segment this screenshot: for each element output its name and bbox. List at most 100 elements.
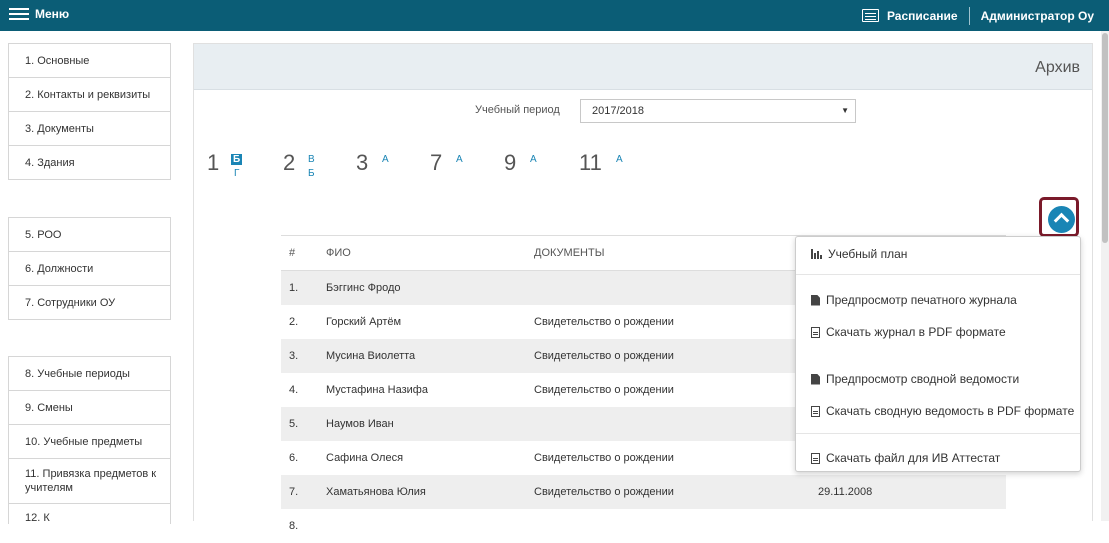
row-number: 7. [281, 475, 326, 509]
row-number: 1. [281, 270, 326, 305]
sidebar-item-shifts[interactable]: 9. Смены [9, 391, 170, 425]
row-fio: Бэггинс Фродо [326, 270, 534, 305]
actions-dropdown: Учебный план Предпросмотр печатного журн… [795, 236, 1081, 472]
row-fio: Хаматьянова Юлия [326, 475, 534, 509]
menu-item-label: Предпросмотр сводной ведомости [826, 372, 1020, 386]
sidebar-group-2: 5. РОО 6. Должности 7. Сотрудники ОУ [8, 217, 171, 320]
sidebar-item-roo[interactable]: 5. РОО [9, 218, 170, 252]
page-title: Архив [1035, 59, 1080, 76]
dropdown-arrow-icon: ▼ [841, 106, 849, 115]
study-period-value: 2017/2018 [592, 105, 644, 117]
class-2-letter-b[interactable]: Б [308, 168, 315, 179]
row-number: 8. [289, 520, 299, 532]
table-row[interactable]: 7. Хаматьянова Юлия Свидетельство о рожд… [281, 475, 1006, 509]
sidebar-item-basics[interactable]: 1. Основные [9, 44, 170, 78]
row-fio [326, 509, 534, 543]
class-1[interactable]: 1 [207, 150, 219, 176]
row-document: Свидетельство о рождении [534, 384, 674, 396]
row-document: Свидетельство о рождении [534, 452, 674, 464]
col-number: # [281, 235, 326, 271]
class-3[interactable]: 3 [356, 150, 368, 176]
row-fio: Сафина Олеся [326, 452, 404, 464]
class-9[interactable]: 9 [504, 150, 516, 176]
sidebar-group-3: 8. Учебные периоды 9. Смены 10. Учебные … [8, 356, 171, 524]
row-document: Свидетельство о рождении [534, 339, 818, 373]
divider [968, 6, 970, 25]
menu-item-download-journal-pdf[interactable]: Скачать журнал в PDF формате [811, 325, 1006, 339]
table-row[interactable]: 8. [281, 509, 1006, 543]
class-1-letter-b[interactable]: Б [231, 154, 243, 165]
actions-toggle-button[interactable] [1039, 197, 1079, 237]
menu-item-label: Скачать файл для ИВ Аттестат [826, 451, 1001, 465]
row-document: Свидетельство о рождении [534, 475, 818, 509]
menu-divider [796, 274, 1080, 275]
menu-item-label: Предпросмотр печатного журнала [826, 293, 1017, 307]
row-number: 4. [289, 384, 299, 396]
menu-item-download-attestat[interactable]: Скачать файл для ИВ Аттестат [811, 451, 1000, 465]
row-date: 29.11.2008 [818, 475, 1006, 509]
row-date [818, 509, 1006, 543]
class-2-letter-v[interactable]: В [308, 154, 315, 165]
panel-header: Архив [194, 44, 1092, 90]
row-number: 5. [281, 407, 326, 441]
hamburger-icon [9, 7, 29, 21]
schedule-icon [861, 9, 879, 22]
sidebar-item-subject-teachers[interactable]: 11. Привязка предметов к учителям [9, 459, 170, 504]
row-fio: Горский Артём [326, 316, 402, 328]
bar-chart-icon [811, 249, 823, 259]
class-3-letter-a[interactable]: А [382, 154, 389, 165]
menu-label: Меню [35, 7, 70, 21]
page-scrollbar[interactable] [1101, 31, 1109, 521]
menu-button[interactable]: Меню [9, 7, 69, 21]
sidebar-item-buildings[interactable]: 4. Здания [9, 146, 170, 179]
row-number: 3. [281, 339, 326, 373]
menu-item-curriculum[interactable]: Учебный план [811, 247, 907, 261]
class-11[interactable]: 11 [579, 150, 602, 176]
col-fio: ФИО [326, 235, 534, 271]
row-fio: Мустафина Назифа [326, 384, 428, 396]
class-2[interactable]: 2 [283, 150, 295, 176]
file-icon [811, 373, 820, 385]
class-11-letter-a[interactable]: А [616, 154, 623, 165]
menu-divider [796, 433, 1080, 434]
row-number: 6. [289, 452, 299, 464]
file-text-icon [811, 452, 820, 464]
col-documents: ДОКУМЕНТЫ [534, 235, 818, 271]
row-fio: Наумов Иван [326, 407, 534, 441]
sidebar-item-12[interactable]: 12. К [9, 504, 170, 524]
schedule-label: Расписание [886, 8, 958, 23]
row-document [534, 407, 818, 441]
sidebar-item-study-periods[interactable]: 8. Учебные периоды [9, 357, 170, 391]
row-number: 2. [289, 316, 299, 328]
class-7-letter-a[interactable]: А [456, 154, 463, 165]
class-1-letter-g[interactable]: Г [234, 168, 239, 179]
row-document [534, 509, 818, 543]
sidebar-item-subjects[interactable]: 10. Учебные предметы [9, 425, 170, 459]
menu-item-preview-summary[interactable]: Предпросмотр сводной ведомости [811, 372, 1019, 386]
chevron-up-icon [1048, 206, 1075, 233]
study-period-label: Учебный период [475, 104, 560, 116]
study-period-select[interactable]: 2017/2018 ▼ [580, 99, 856, 123]
menu-item-label: Скачать журнал в PDF формате [826, 325, 1006, 339]
sidebar-item-contacts[interactable]: 2. Контакты и реквизиты [9, 78, 170, 112]
admin-user-link[interactable]: Администратор Оу [981, 9, 1094, 23]
menu-item-label: Учебный план [828, 247, 908, 261]
file-text-icon [811, 326, 820, 338]
sidebar-item-positions[interactable]: 6. Должности [9, 252, 170, 286]
file-text-icon [811, 405, 820, 417]
menu-item-download-summary-pdf[interactable]: Скачать сводную ведомость в PDF формате [811, 404, 1074, 418]
row-document: Свидетельство о рождении [534, 316, 674, 328]
row-document [534, 270, 818, 305]
top-bar: Меню Расписание Администратор Оу [0, 0, 1109, 31]
schedule-link[interactable]: Расписание [861, 8, 958, 23]
class-9-letter-a[interactable]: А [530, 154, 537, 165]
sidebar-item-documents[interactable]: 3. Документы [9, 112, 170, 146]
scrollbar-thumb[interactable] [1102, 33, 1108, 243]
menu-item-label: Скачать сводную ведомость в PDF формате [826, 404, 1075, 418]
sidebar-item-staff[interactable]: 7. Сотрудники ОУ [9, 286, 170, 319]
sidebar-group-1: 1. Основные 2. Контакты и реквизиты 3. Д… [8, 43, 171, 180]
row-fio: Мусина Виолетта [326, 339, 534, 373]
class-7[interactable]: 7 [430, 150, 442, 176]
file-icon [811, 294, 820, 306]
menu-item-preview-journal[interactable]: Предпросмотр печатного журнала [811, 293, 1017, 307]
